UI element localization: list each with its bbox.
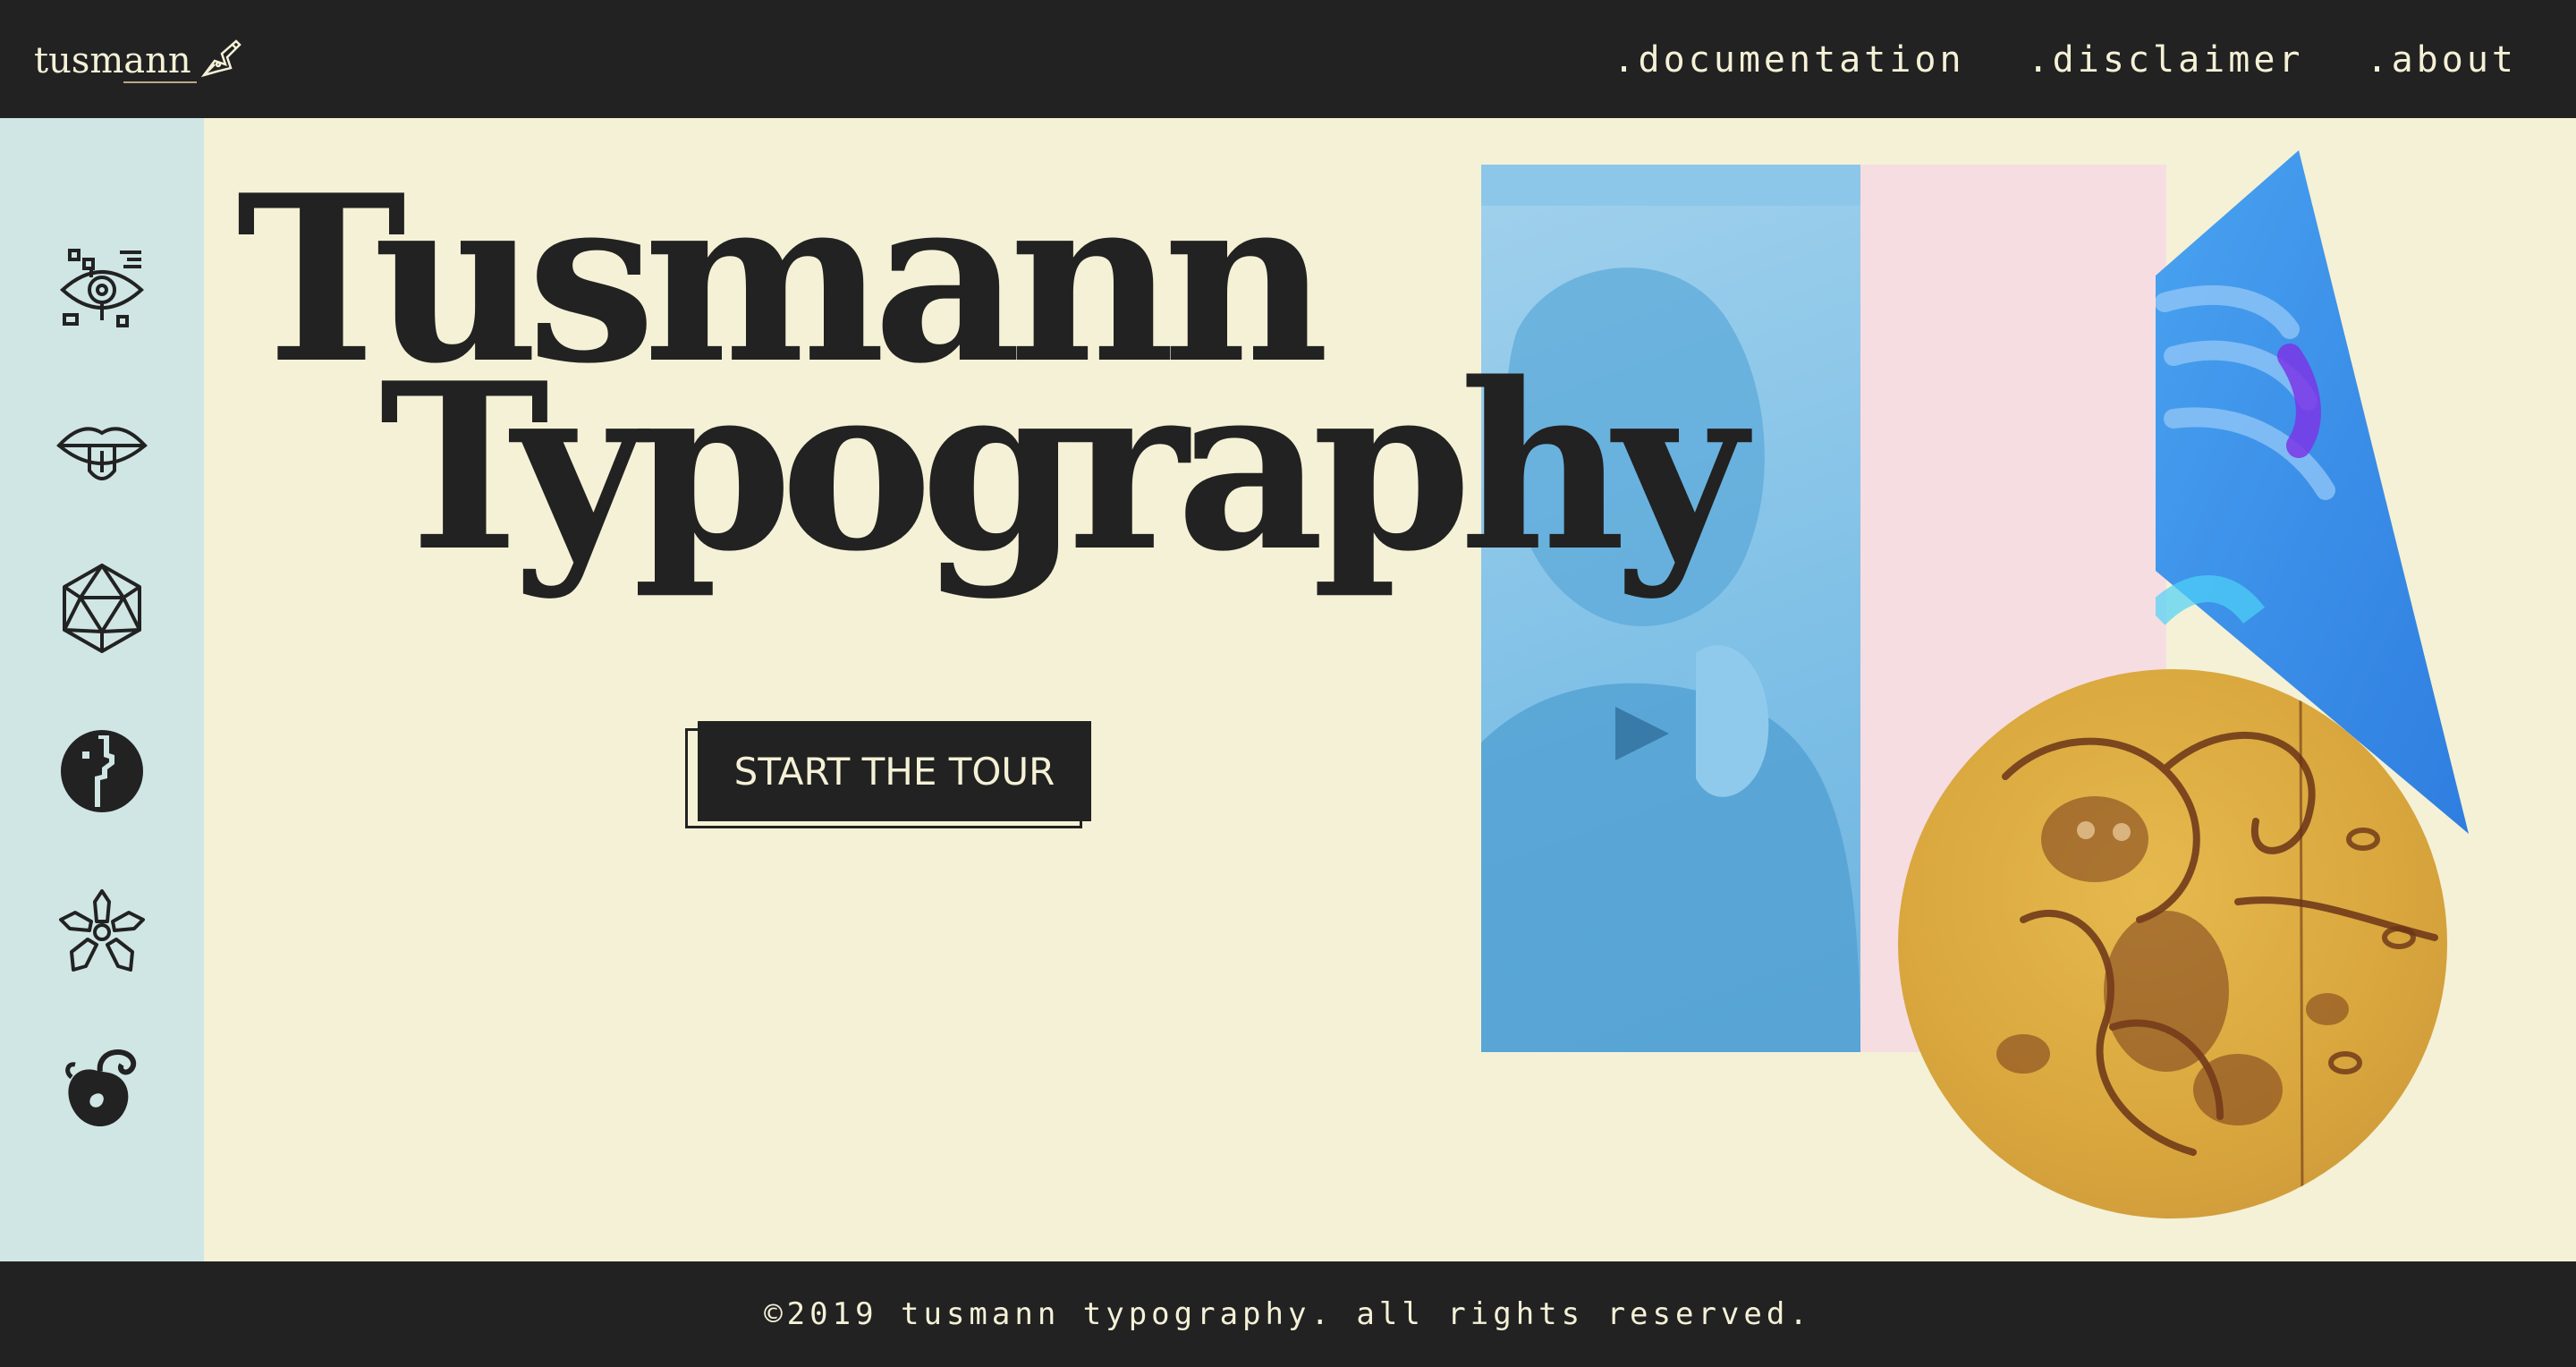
nav-about-link[interactable]: .about [2367, 39, 2518, 81]
icosahedron-icon[interactable] [55, 562, 148, 655]
hero-title-line2: Typography [379, 334, 1746, 602]
main-nav: .documentation .disclaimer .about [1613, 39, 2517, 81]
tongue-lips-icon[interactable] [55, 401, 148, 494]
top-bar: tusmann .documentation .disclaimer .abou… [0, 0, 2576, 118]
icon-sidebar [0, 118, 204, 1261]
brand-logo-link[interactable]: tusmann [34, 36, 245, 86]
fountain-pen-icon [195, 34, 245, 89]
face-profile-icon[interactable] [55, 725, 148, 818]
eye-circuit-icon[interactable] [55, 242, 148, 335]
nav-disclaimer-link[interactable]: .disclaimer [2028, 39, 2304, 81]
copyright-text: ©2019 tusmann typography. all rights res… [764, 1296, 1812, 1332]
hero-title: Tusmann Typography [236, 166, 1746, 602]
footer: ©2019 tusmann typography. all rights res… [0, 1261, 2576, 1367]
sakura-flower-icon[interactable] [55, 886, 148, 979]
fruit-swirl-icon[interactable] [55, 1045, 148, 1138]
nav-documentation-link[interactable]: .documentation [1613, 39, 1964, 81]
brand-name: tusmann [34, 40, 197, 83]
wind-god-painting [1898, 669, 2447, 1218]
start-tour-button[interactable]: START THE TOUR [698, 721, 1091, 821]
